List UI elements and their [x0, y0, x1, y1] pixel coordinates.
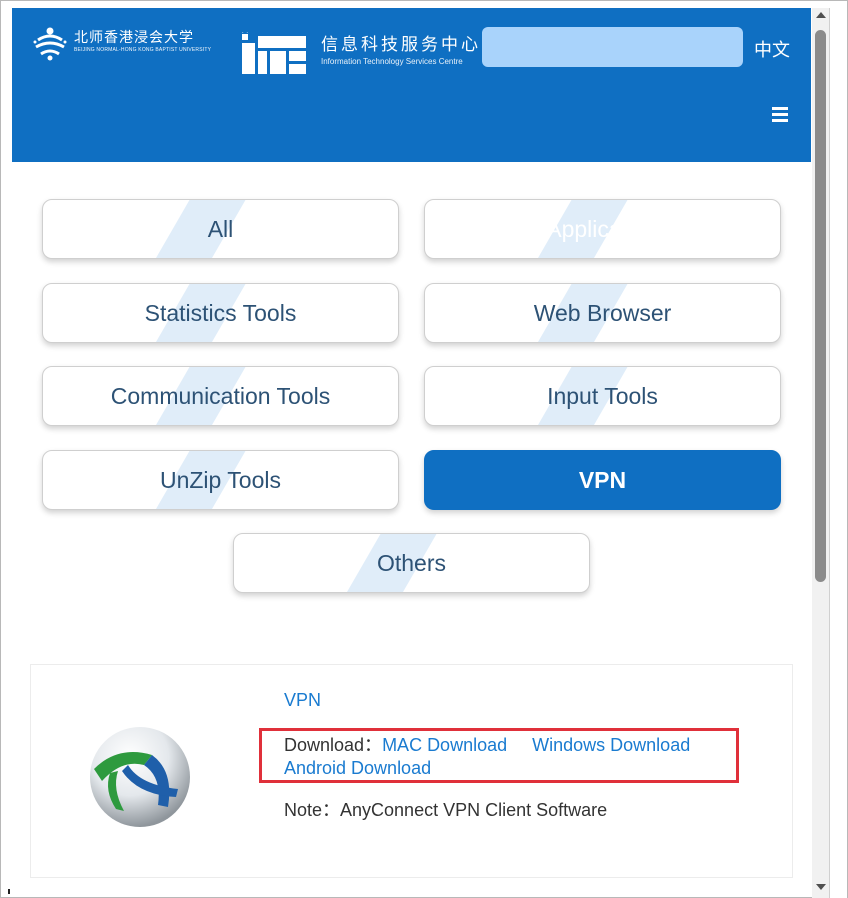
category-label: Communication Tools: [110, 382, 331, 409]
bnu-name-cn: 北师香港浸会大学: [74, 30, 194, 46]
scrollbar-thumb[interactable]: [815, 30, 826, 582]
software-title-link[interactable]: VPN: [284, 690, 321, 711]
download-highlight-box: [259, 728, 739, 783]
bnu-text-block: 北师香港浸会大学 BEIJING NORMAL-HONG KONG BAPTIS…: [74, 26, 211, 54]
bnu-logo[interactable]: 北师香港浸会大学 BEIJING NORMAL-HONG KONG BAPTIS…: [32, 26, 211, 62]
hamburger-menu-icon[interactable]: [772, 107, 788, 123]
anyconnect-globe-icon: [90, 727, 190, 827]
itc-logo-icon[interactable]: [240, 32, 310, 76]
category-unzip-tools-button[interactable]: UnZip Tools: [42, 450, 399, 510]
category-label: All: [207, 215, 234, 242]
category-statistics-tools-button[interactable]: Statistics Tools: [42, 283, 399, 343]
bnu-name-en: BEIJING NORMAL-HONG KONG BAPTIST UNIVERS…: [74, 47, 212, 53]
bnu-emblem-icon: [33, 27, 67, 61]
scroll-down-arrow-icon[interactable]: [816, 884, 826, 890]
category-label: Input Tools: [547, 382, 658, 409]
itc-text-block: 信息科技服务中心 Information Technology Services…: [321, 34, 481, 66]
scroll-up-arrow-icon[interactable]: [816, 12, 826, 18]
category-communication-tools-button[interactable]: Communication Tools: [42, 366, 399, 426]
software-card: VPN Download：MAC Download Windows Downlo…: [30, 664, 793, 878]
language-switch-link[interactable]: 中文: [754, 36, 790, 62]
category-label: UnZip Tools: [159, 466, 282, 493]
category-others-button[interactable]: Others: [233, 533, 590, 593]
text-cursor: [8, 889, 10, 894]
category-vpn-button[interactable]: VPN: [424, 450, 781, 510]
category-label: Others: [376, 549, 447, 576]
category-label: Statistics Tools: [144, 299, 297, 326]
category-all-button[interactable]: All: [42, 199, 399, 259]
window-gutter: [829, 8, 847, 898]
software-note: Note：AnyConnect VPN Client Software: [284, 800, 608, 820]
category-label: Application: [546, 215, 659, 242]
category-input-tools-button[interactable]: Input Tools: [424, 366, 781, 426]
category-application-button[interactable]: Application: [424, 199, 781, 259]
search-input[interactable]: [482, 27, 743, 67]
category-web-browser-button[interactable]: Web Browser: [424, 283, 781, 343]
site-header: 北师香港浸会大学 BEIJING NORMAL-HONG KONG BAPTIS…: [12, 8, 811, 162]
category-label: Web Browser: [533, 299, 672, 326]
vertical-scrollbar[interactable]: [812, 8, 829, 898]
itc-name-en: Information Technology Services Centre: [321, 57, 463, 66]
category-label: VPN: [578, 466, 627, 493]
itc-name-cn: 信息科技服务中心: [321, 35, 481, 55]
